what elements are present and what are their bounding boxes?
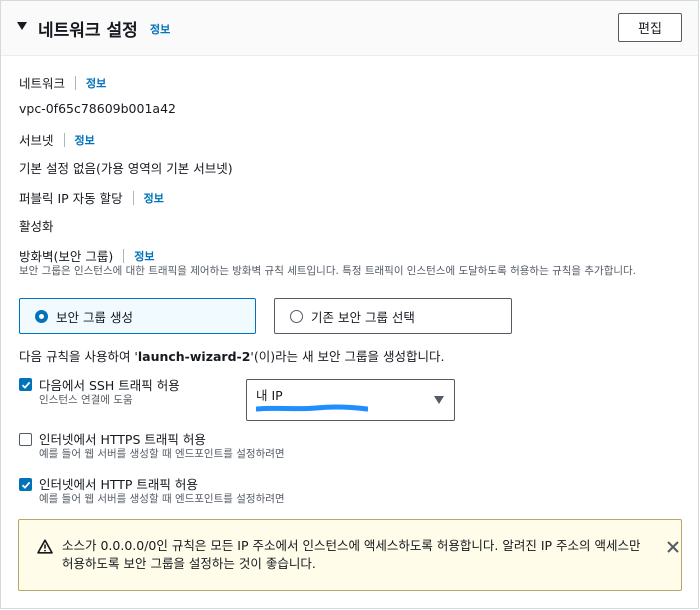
warning-triangle-icon <box>37 539 53 554</box>
ssh-rule-description: 인스턴스 연결에 도움 <box>39 394 133 406</box>
http-checkbox[interactable] <box>19 478 32 491</box>
check-icon <box>21 481 30 489</box>
ssh-checkbox[interactable] <box>19 378 32 391</box>
radio-selected-icon[interactable] <box>35 309 48 323</box>
firewall-label-row: 방화벽(보안 그룹) 정보 <box>19 246 154 265</box>
close-icon[interactable] <box>664 538 682 556</box>
header-info-link[interactable]: 정보 <box>150 21 170 37</box>
public-ip-label: 퍼블릭 IP 자동 할당 <box>19 191 123 206</box>
triangle-down-icon[interactable] <box>434 396 444 404</box>
warning-alert: 소스가 0.0.0.0/0인 규칙은 모든 IP 주소에서 인스턴스에 액세스하… <box>18 519 682 591</box>
divider <box>75 75 77 90</box>
create-security-group-label: 보안 그룹 생성 <box>56 309 133 325</box>
create-security-group-option[interactable]: 보안 그룹 생성 <box>19 298 256 334</box>
public-ip-info-link[interactable]: 정보 <box>144 190 164 206</box>
https-checkbox[interactable] <box>19 433 32 446</box>
network-value: vpc-0f65c78609b001a42 <box>19 101 176 116</box>
radio-unselected-icon[interactable] <box>290 309 303 323</box>
firewall-info-link[interactable]: 정보 <box>134 248 154 264</box>
edit-button[interactable]: 편집 <box>618 13 682 42</box>
select-existing-security-group-option[interactable]: 기존 보안 그룹 선택 <box>274 298 512 334</box>
http-rule-description: 예를 들어 웹 서버를 생성할 때 엔드포인트를 설정하려면 <box>39 493 285 505</box>
network-label: 네트워크 <box>19 76 66 91</box>
rule-intro-text: 다음 규칙을 사용하여 'launch-wizard-2'(이)라는 새 보안 … <box>19 346 444 365</box>
ssh-source-value: 내 IP <box>256 388 283 403</box>
caret-down-icon[interactable] <box>17 22 27 30</box>
ssh-rule-label: 다음에서 SSH 트래픽 허용 <box>39 378 180 393</box>
network-settings-panel: 네트워크 설정 정보 편집 네트워크 정보 vpc-0f65c78609b001… <box>0 0 699 609</box>
redacted-ip-mark <box>256 404 368 412</box>
check-icon <box>21 381 30 389</box>
firewall-label: 방화벽(보안 그룹) <box>19 249 114 264</box>
public-ip-label-row: 퍼블릭 IP 자동 할당 정보 <box>19 188 164 207</box>
ssh-source-select[interactable]: 내 IP <box>246 379 455 421</box>
public-ip-value: 활성화 <box>19 219 54 234</box>
subnet-label-row: 서브넷 정보 <box>19 130 95 149</box>
warning-text: 소스가 0.0.0.0/0인 규칙은 모든 IP 주소에서 인스턴스에 액세스하… <box>62 538 641 571</box>
http-rule-label: 인터넷에서 HTTP 트래픽 허용 <box>39 477 198 492</box>
existing-security-group-label: 기존 보안 그룹 선택 <box>311 309 415 325</box>
divider <box>63 132 65 147</box>
panel-header: 네트워크 설정 정보 편집 <box>1 1 698 56</box>
divider <box>123 248 125 263</box>
firewall-description: 보안 그룹은 인스턴스에 대한 트래픽을 제어하는 방화벽 규칙 세트입니다. … <box>19 265 637 277</box>
https-rule-description: 예를 들어 웹 서버를 생성할 때 엔드포인트를 설정하려면 <box>39 448 285 460</box>
https-rule-label: 인터넷에서 HTTPS 트래픽 허용 <box>39 432 206 447</box>
subnet-info-link[interactable]: 정보 <box>75 132 95 148</box>
network-info-link[interactable]: 정보 <box>86 75 106 91</box>
rule-intro-suffix: '(이)라는 새 보안 그룹을 생성합니다. <box>250 349 445 364</box>
security-group-name: launch-wizard-2 <box>137 349 251 364</box>
panel-title: 네트워크 설정 <box>38 21 138 41</box>
subnet-value: 기본 설정 없음(가용 영역의 기본 서브넷) <box>19 161 233 176</box>
subnet-label: 서브넷 <box>19 133 54 148</box>
rule-intro-prefix: 다음 규칙을 사용하여 ' <box>19 349 138 364</box>
divider <box>132 190 134 205</box>
network-label-row: 네트워크 정보 <box>19 73 106 92</box>
